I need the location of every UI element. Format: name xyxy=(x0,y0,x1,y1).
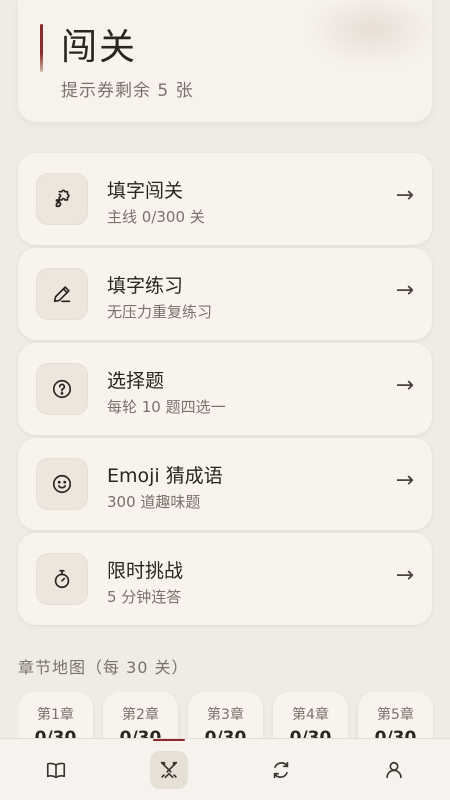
nav-item-review[interactable] xyxy=(251,745,311,795)
hint-ticket-count: 提示券剩余 5 张 xyxy=(61,81,194,101)
mode-title: 选择题 xyxy=(107,370,165,392)
crossed-swords-icon xyxy=(160,761,177,778)
mode-card-timed-challenge[interactable]: 限时挑战 5 分钟连答 → xyxy=(18,533,432,625)
mode-desc: 300 道趣味题 xyxy=(107,493,201,511)
puzzle-icon xyxy=(36,173,88,225)
chapter-name: 第3章 xyxy=(207,707,244,723)
nav-item-library[interactable] xyxy=(26,745,86,795)
page-title: 闯关 xyxy=(61,27,138,68)
arrow-right-icon: → xyxy=(395,468,414,493)
arrow-right-icon: → xyxy=(395,183,414,208)
arrow-right-icon: → xyxy=(395,373,414,398)
header-card: 闯关 提示券剩余 5 张 xyxy=(18,0,432,122)
refresh-icon xyxy=(274,761,289,778)
mode-desc: 5 分钟连答 xyxy=(107,588,182,606)
chapter-name: 第2章 xyxy=(122,707,159,723)
smiley-icon xyxy=(36,458,88,510)
active-tab-indicator xyxy=(149,750,188,789)
mode-card-emoji-idiom[interactable]: Emoji 猜成语 300 道趣味题 → xyxy=(18,438,432,530)
pencil-icon xyxy=(36,268,88,320)
chapter-name: 第5章 xyxy=(377,707,414,723)
nav-item-profile[interactable] xyxy=(364,745,424,795)
accent-bar xyxy=(40,24,43,72)
mode-title: 填字闯关 xyxy=(107,180,184,202)
question-circle-icon xyxy=(36,363,88,415)
chapter-name: 第1章 xyxy=(37,707,74,723)
nav-item-levels[interactable] xyxy=(139,738,199,795)
mode-title: Emoji 猜成语 xyxy=(107,465,223,487)
mode-desc: 主线 0/300 关 xyxy=(107,208,205,226)
mode-title: 填字练习 xyxy=(107,275,184,297)
mode-card-fill-levels[interactable]: 填字闯关 主线 0/300 关 → xyxy=(18,153,432,245)
mode-desc: 无压力重复练习 xyxy=(107,303,213,321)
chapter-map-heading: 章节地图（每 30 关） xyxy=(18,658,189,677)
mode-card-fill-practice[interactable]: 填字练习 无压力重复练习 → xyxy=(18,248,432,340)
header-decoration xyxy=(302,0,432,70)
bottom-nav xyxy=(0,738,450,800)
mode-desc: 每轮 10 题四选一 xyxy=(107,398,226,416)
chapter-name: 第4章 xyxy=(292,707,329,723)
mode-card-multiple-choice[interactable]: 选择题 每轮 10 题四选一 → xyxy=(18,343,432,435)
user-icon xyxy=(386,761,402,778)
stopwatch-icon xyxy=(36,553,88,605)
mode-title: 限时挑战 xyxy=(107,560,184,582)
arrow-right-icon: → xyxy=(395,278,414,303)
book-icon xyxy=(47,762,66,778)
arrow-right-icon: → xyxy=(395,563,414,588)
mode-list: 填字闯关 主线 0/300 关 → 填字练习 无压力重复练习 → 选择题 每轮 … xyxy=(18,153,432,628)
